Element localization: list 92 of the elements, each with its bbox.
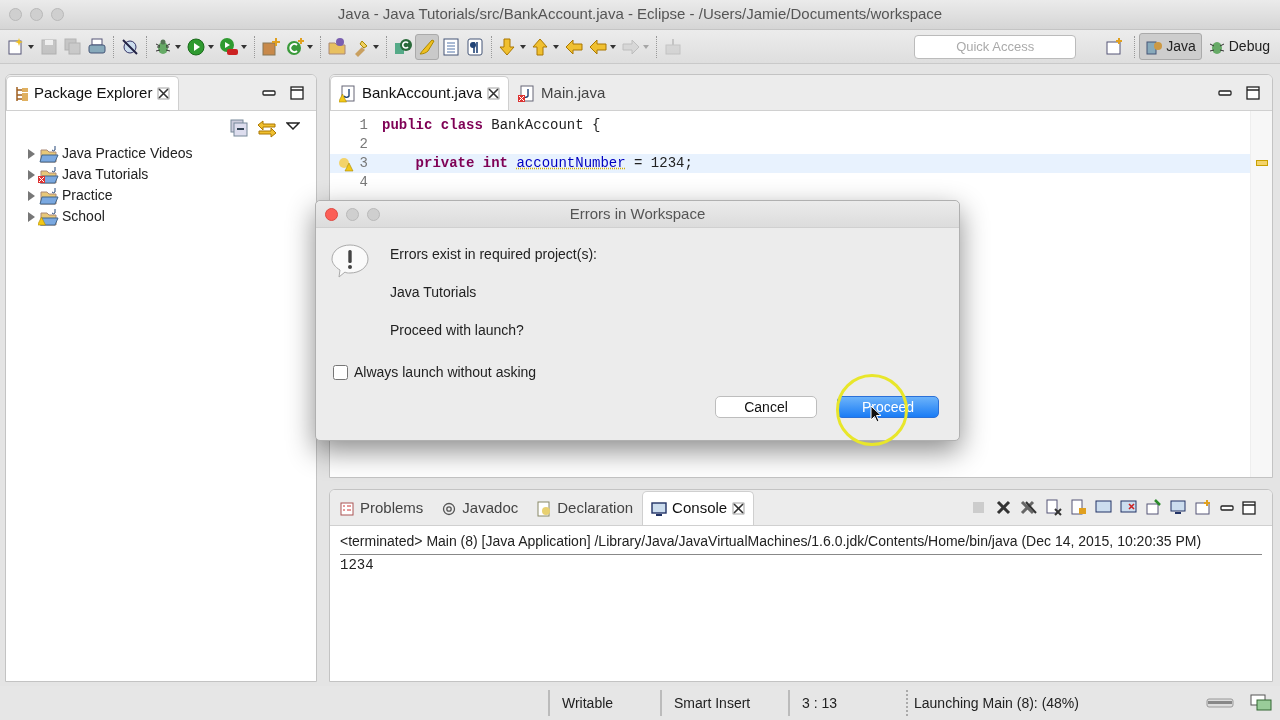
paragraph-icon — [465, 36, 485, 57]
run-icon — [186, 36, 206, 57]
console-output: 1234 — [340, 556, 375, 575]
status-field: Writable — [548, 690, 660, 716]
monitor-icon — [651, 500, 668, 517]
up-arrow-icon — [531, 36, 551, 57]
progress-message: Launching Main (8): (48%) — [906, 690, 1091, 716]
hierarchy-icon — [15, 85, 29, 102]
progress-bar-icon[interactable] — [1206, 697, 1234, 709]
view-menu-icon[interactable] — [286, 119, 300, 133]
quick-access-field[interactable]: Quick Access — [914, 34, 1077, 59]
window-title: Java - Java Tutorials/src/BankAccount.java - Eclipse - /Users/Jamie/Documents/workspace — [337, 5, 943, 23]
declaration-icon — [536, 500, 553, 517]
package-icon — [261, 36, 281, 57]
expand-arrow-icon[interactable] — [26, 168, 36, 181]
console-header: <terminated> Main (8) [Java Application] /Library/Java/JavaVirtualMachines/1.6.0.jdk/Contents/Home/bin/java (Dec 14, 2015, 10:20:35 PM) — [340, 528, 1262, 555]
run-tool-icon — [219, 36, 239, 57]
view-title: Package Explorer — [34, 83, 153, 104]
problems-icon — [339, 500, 355, 517]
monitor-icon[interactable] — [1170, 499, 1187, 516]
overview-marker — [1256, 160, 1268, 166]
expand-arrow-icon[interactable] — [26, 189, 36, 202]
close-icon[interactable] — [157, 87, 171, 100]
status-field: 3 : 13 — [788, 690, 906, 716]
dialog-message: Proceed with launch? — [390, 321, 525, 340]
window-plus-icon — [1104, 36, 1125, 57]
line-number: 4 — [359, 173, 368, 192]
project-name[interactable]: Java Tutorials — [62, 164, 149, 185]
caret-icon — [372, 42, 380, 51]
view-tab[interactable]: Problems — [330, 491, 433, 525]
caret-icon — [609, 42, 617, 51]
project-name[interactable]: Java Practice Videos — [62, 143, 193, 164]
folder-icon — [327, 36, 347, 57]
new-window-icon[interactable] — [1195, 499, 1212, 516]
clear-console-icon[interactable] — [1045, 499, 1062, 516]
remove-icon[interactable] — [995, 499, 1012, 516]
maximize-icon[interactable] — [1242, 500, 1256, 515]
view-tab[interactable]: Console — [642, 491, 755, 525]
close-icon[interactable] — [732, 502, 746, 515]
view-tab[interactable]: Declaration — [527, 491, 643, 525]
task-icon — [393, 36, 413, 57]
dialog-title: Errors in Workspace — [569, 204, 706, 222]
pin-icon[interactable] — [1145, 499, 1162, 516]
editor-tab[interactable]: Main.java — [509, 76, 615, 110]
dialog-button[interactable]: Cancel — [715, 396, 817, 418]
close-window-button[interactable] — [325, 207, 338, 221]
view-tab[interactable]: Package Explorer — [6, 76, 180, 110]
caret-icon — [519, 42, 527, 51]
code-line: public class BankAccount { — [382, 116, 601, 135]
down-arrow-icon — [498, 36, 518, 57]
expand-arrow-icon[interactable] — [26, 147, 36, 160]
close-icon[interactable] — [487, 87, 501, 100]
show-error-icon[interactable] — [1120, 499, 1137, 516]
checkbox[interactable] — [333, 365, 348, 380]
document-icon — [441, 36, 461, 57]
code-line: private int accountNumber = 1234; — [414, 154, 693, 173]
link-arrows-icon[interactable] — [256, 119, 278, 139]
pin-icon — [663, 36, 683, 57]
expand-arrow-icon[interactable] — [26, 210, 36, 223]
caret-icon — [207, 42, 215, 51]
perspective-button[interactable]: Java — [1139, 33, 1202, 60]
windows-icon[interactable] — [1250, 694, 1272, 712]
perspective-button[interactable]: Debug — [1201, 33, 1276, 60]
dialog-message: Java Tutorials — [390, 283, 478, 302]
status-field: Smart Insert — [660, 690, 788, 716]
at-sign-icon — [441, 500, 458, 517]
project-name[interactable]: School — [62, 206, 105, 227]
class-icon — [285, 36, 305, 57]
checkbox-label[interactable]: Always launch without asking — [354, 362, 537, 383]
project-name[interactable]: Practice — [62, 185, 113, 206]
view-tab[interactable]: Javadoc — [432, 491, 528, 525]
editor-tab[interactable]: BankAccount.java — [330, 76, 510, 110]
dialog-message: Errors exist in required project(s): — [390, 245, 597, 264]
caret-icon — [642, 42, 650, 51]
slashed-circle-icon — [120, 36, 140, 57]
maximize-icon[interactable] — [290, 85, 304, 100]
caret-icon — [27, 42, 35, 51]
caret-icon — [240, 42, 248, 51]
line-number: 3 — [359, 154, 368, 173]
show-output-icon[interactable] — [1095, 499, 1112, 516]
collapse-all-icon[interactable] — [230, 119, 248, 137]
printer-icon — [87, 36, 107, 57]
caret-icon — [174, 42, 182, 51]
brush-button[interactable] — [415, 33, 439, 60]
lock-icon[interactable] — [1070, 499, 1087, 516]
remove-all-icon[interactable] — [1020, 499, 1037, 516]
disks-icon — [63, 36, 83, 57]
maximize-icon[interactable] — [1246, 85, 1260, 100]
line-number: 2 — [359, 135, 368, 154]
caret-icon — [552, 42, 560, 51]
caret-icon — [306, 42, 314, 51]
line-number: 1 — [359, 116, 368, 135]
